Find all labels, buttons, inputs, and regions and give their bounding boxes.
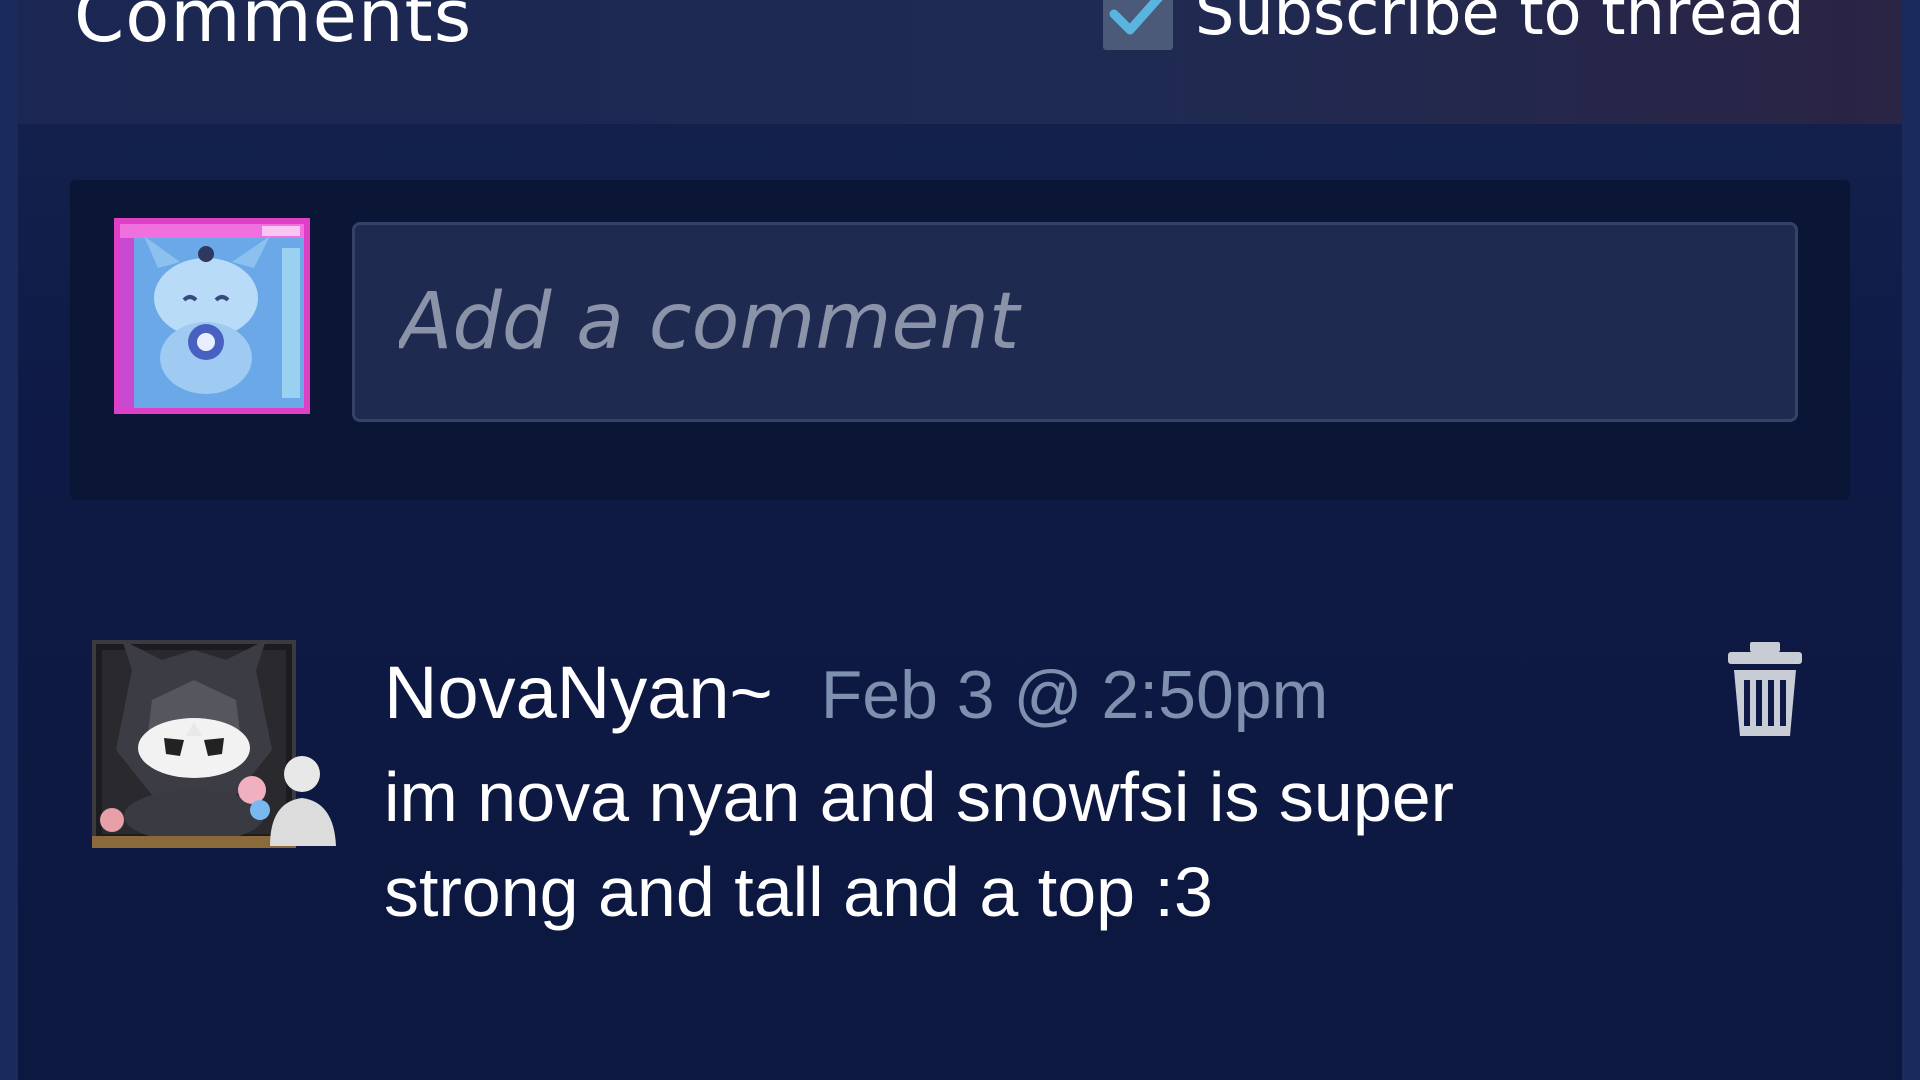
page-title: Comments — [74, 0, 473, 58]
delete-comment-button[interactable] — [1720, 640, 1810, 740]
checkmark-icon — [1109, 0, 1163, 35]
comment-timestamp: Feb 3 @ 2:50pm — [820, 657, 1329, 733]
comment-composer — [70, 180, 1850, 500]
comment-input[interactable] — [352, 222, 1798, 422]
person-icon — [270, 756, 336, 846]
subscribe-label: Subscribe to thread — [1195, 0, 1805, 49]
user-avatar[interactable] — [114, 218, 310, 414]
trash-icon — [1728, 642, 1802, 736]
comment-item: NovaNyan~ Feb 3 @ 2:50pm im nova nyan an… — [0, 640, 1920, 980]
author-name[interactable]: NovaNyan~ — [384, 650, 773, 735]
comments-panel: Comments Subscribe to thread Add a comme… — [0, 0, 1920, 1080]
comments-header: Comments Subscribe to thread — [18, 0, 1902, 124]
comment-text: im nova nyan and snowfsi is super strong… — [384, 758, 1454, 931]
comment-header: NovaNyan~ Feb 3 @ 2:50pm — [384, 650, 1328, 735]
subscribe-toggle[interactable]: Subscribe to thread — [1103, 0, 1805, 50]
subscribe-checkbox[interactable] — [1103, 0, 1173, 50]
